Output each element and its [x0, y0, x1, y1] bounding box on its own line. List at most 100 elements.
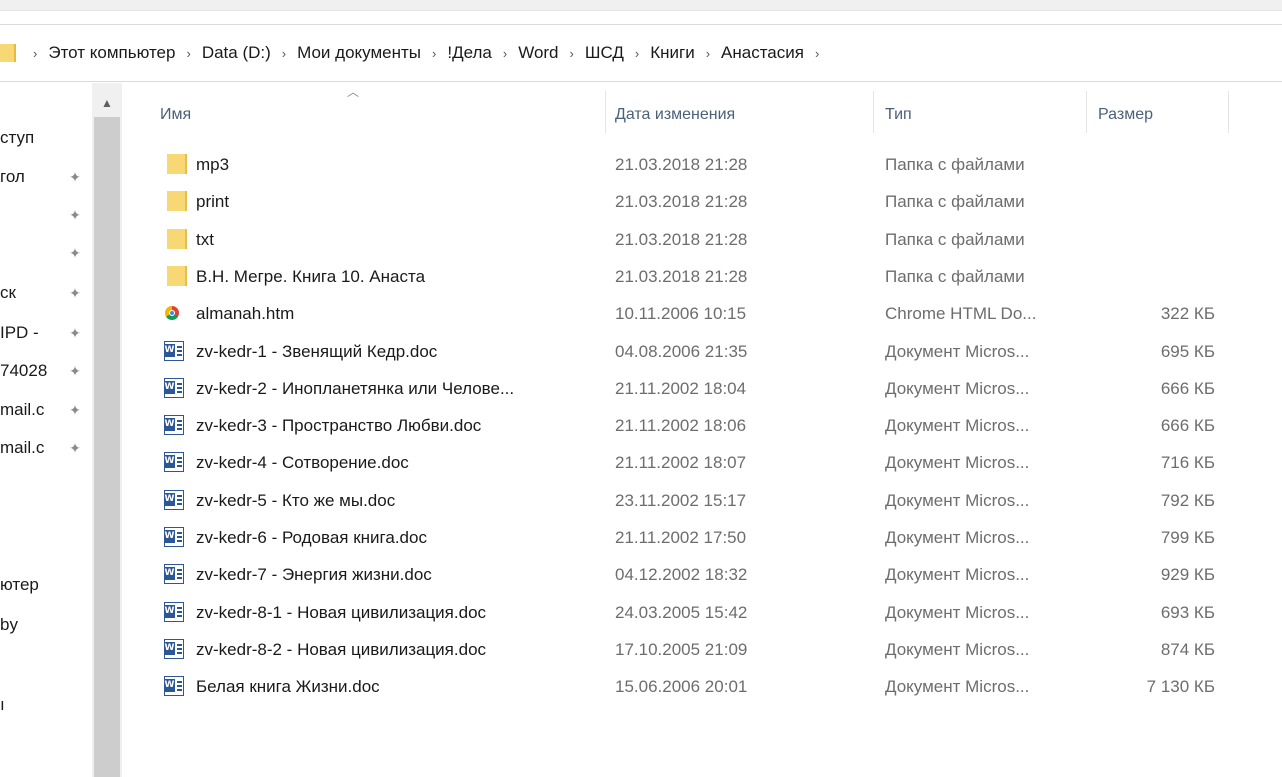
pin-icon: ✦ [69, 325, 81, 341]
word-doc-icon: W [164, 601, 184, 622]
file-list[interactable]: ︿ Имя Дата изменения Тип Размер mp3 21.03… [122, 83, 1282, 777]
scrollbar-thumb[interactable] [94, 117, 120, 777]
file-row[interactable]: mp3 21.03.2018 21:28 Папка с файлами [122, 146, 1282, 183]
column-header-type[interactable]: Тип [885, 83, 912, 133]
file-name: zv-kedr-8-2 - Новая цивилизация.doc [196, 639, 487, 659]
nav-item[interactable]: 74028 [0, 359, 66, 383]
file-row[interactable]: В.Н. Мегре. Книга 10. Анаста 21.03.2018 2… [122, 258, 1282, 295]
file-row[interactable]: W Белая книга Жизни.doc 15.06.2006 20:01 До… [122, 668, 1282, 705]
file-date: 21.03.2018 21:28 [615, 155, 748, 174]
file-name: zv-kedr-8-1 - Новая цивилизация.doc [196, 602, 487, 622]
file-size: 666 КБ [1160, 416, 1215, 436]
nav-item[interactable]: mail.c [0, 436, 66, 460]
file-row[interactable]: Wzv-kedr-1 - Звенящий Кедр.doc 04.08.2006… [122, 333, 1282, 370]
file-row[interactable]: Wzv-kedr-7 - Энергия жизни.doc 04.12.2002… [122, 556, 1282, 593]
file-size: 874 КБ [1160, 639, 1215, 659]
breadcrumb-item[interactable]: Data (D:) [202, 43, 271, 63]
word-doc-icon: W [164, 527, 184, 547]
file-row[interactable]: Wzv-kedr-5 - Кто же мы.doc 23.11.2002 15:… [122, 482, 1282, 519]
file-size [1085, 258, 1215, 295]
file-size: 695 КБ [1160, 341, 1215, 361]
file-row[interactable]: txt 21.03.2018 21:28 Папка с файлами [122, 221, 1282, 258]
file-type: Документ Micros... [885, 565, 1030, 585]
column-divider[interactable] [1228, 91, 1229, 133]
file-date: 24.03.2005 15:42 [615, 602, 748, 622]
column-divider[interactable] [873, 91, 874, 133]
file-type: Документ Micros... [885, 490, 1030, 510]
nav-item[interactable]: ютер [0, 573, 66, 597]
file-size: 929 КБ [1160, 565, 1215, 585]
file-size: 716 КБ [1160, 453, 1215, 473]
column-header-date[interactable]: Дата изменения [615, 83, 735, 133]
breadcrumb-item[interactable]: Word [518, 43, 558, 63]
nav-item[interactable]: гол [0, 165, 66, 189]
file-date: 23.11.2002 15:17 [615, 490, 747, 510]
file-row[interactable]: almanah.htm 10.11.2006 10:15 Chrome HTML D… [122, 295, 1282, 332]
nav-item[interactable] [0, 241, 66, 265]
nav-item[interactable] [0, 203, 66, 227]
word-doc-icon: W [164, 564, 184, 585]
breadcrumb-chevron-icon[interactable]: › [432, 46, 436, 61]
column-headers: ︿ Имя Дата изменения Тип Размер [122, 83, 1282, 133]
file-name: zv-kedr-4 - Сотворение.doc [196, 453, 409, 473]
file-name: almanah.htm [196, 304, 295, 324]
word-doc-icon: W [164, 676, 184, 697]
column-divider[interactable] [1086, 91, 1087, 133]
file-row[interactable]: Wzv-kedr-3 - Пространство Любви.doc 21.11… [122, 407, 1282, 444]
file-row[interactable]: Wzv-kedr-2 - Инопланетянка или Челове...… [122, 370, 1282, 407]
breadcrumb-chevron-icon[interactable]: › [33, 46, 37, 61]
breadcrumb-item[interactable]: Мои документы [297, 43, 421, 63]
nav-item[interactable]: mail.c [0, 398, 66, 422]
breadcrumb-chevron-icon[interactable]: › [815, 46, 819, 61]
nav-scrollbar[interactable]: ▲ [92, 83, 122, 777]
nav-item[interactable]: ск [0, 281, 66, 305]
file-date: 15.06.2006 20:01 [615, 677, 748, 697]
pin-icon: ✦ [69, 440, 81, 456]
file-row[interactable]: Wzv-kedr-4 - Сотворение.doc 21.11.2002 18… [122, 444, 1282, 481]
column-header-name[interactable]: Имя [160, 83, 191, 133]
file-date: 21.03.2018 21:28 [615, 192, 748, 212]
column-header-size[interactable]: Размер [1098, 83, 1153, 133]
column-divider[interactable] [605, 91, 606, 133]
nav-item[interactable]: ı [0, 693, 66, 717]
breadcrumb-chevron-icon[interactable]: › [503, 46, 507, 61]
breadcrumb-item[interactable]: !Дела [447, 43, 492, 63]
file-row[interactable]: Wzv-kedr-8-1 - Новая цивилизация.doc 24.0… [122, 594, 1282, 631]
breadcrumb-chevron-icon[interactable]: › [635, 46, 639, 61]
breadcrumb-chevron-icon[interactable]: › [570, 46, 574, 61]
pin-icon: ✦ [69, 363, 81, 379]
file-size: 799 КБ [1160, 528, 1215, 547]
file-row[interactable]: Wzv-kedr-6 - Родовая книга.doc 21.11.2002… [122, 519, 1282, 556]
file-name: zv-kedr-6 - Родовая книга.doc [196, 528, 427, 547]
navigation-pane[interactable]: ▲ ступ гол ✦ ✦ ✦ ск ✦ IPD - ✦ 74028 ✦ mail.c ✦ mail.c… [0, 83, 122, 777]
file-date: 04.12.2002 18:32 [615, 565, 748, 585]
file-name: txt [196, 229, 214, 249]
breadcrumb-item[interactable]: Анастасия [721, 43, 804, 63]
scroll-up-arrow-icon[interactable]: ▲ [97, 93, 117, 113]
breadcrumb-item[interactable]: Этот компьютер [48, 43, 175, 63]
file-type: Документ Micros... [885, 416, 1030, 436]
word-doc-icon: W [164, 638, 184, 659]
pin-icon: ✦ [69, 207, 81, 223]
file-row[interactable]: print 21.03.2018 21:28 Папка с файлами [122, 183, 1282, 220]
file-size: 322 КБ [1160, 304, 1215, 324]
file-name: Белая книга Жизни.doc [196, 677, 380, 697]
breadcrumb-chevron-icon[interactable]: › [706, 46, 710, 61]
folder-icon [167, 191, 187, 212]
folder-icon [0, 44, 16, 62]
file-row[interactable]: Wzv-kedr-8-2 - Новая цивилизация.doc 17.1… [122, 631, 1282, 668]
file-size [1085, 146, 1215, 183]
file-date: 17.10.2005 21:09 [615, 639, 748, 659]
nav-item[interactable]: by [0, 613, 66, 637]
file-type: Папка с файлами [885, 155, 1025, 174]
pin-icon: ✦ [69, 285, 81, 301]
breadcrumb-chevron-icon[interactable]: › [186, 46, 190, 61]
breadcrumb-chevron-icon[interactable]: › [282, 46, 286, 61]
breadcrumb-item[interactable]: Книги [650, 43, 694, 63]
address-bar[interactable]: › Этот компьютер › Data (D:) › Мои документы ›… [0, 24, 1282, 82]
nav-item[interactable]: ступ [0, 126, 66, 150]
breadcrumb-item[interactable]: ШСД [585, 43, 624, 63]
word-doc-icon: W [164, 377, 184, 398]
nav-item[interactable]: IPD - [0, 321, 66, 345]
file-type: Документ Micros... [885, 677, 1030, 697]
